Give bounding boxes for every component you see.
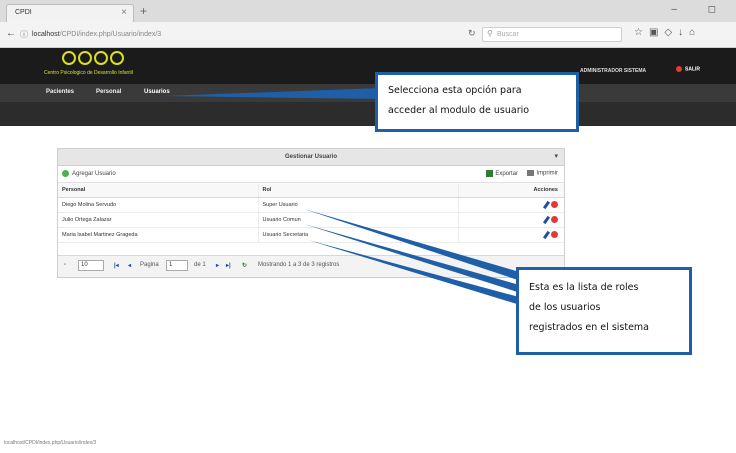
reload-icon[interactable]: ↻ xyxy=(468,28,476,39)
callout-text: registrados en el sistema xyxy=(529,322,649,333)
logo xyxy=(62,51,126,67)
callout-text: Selecciona esta opción para xyxy=(388,85,522,96)
column-rol[interactable]: Rol xyxy=(258,183,459,198)
print-label: Imprimir xyxy=(536,170,558,177)
edit-icon[interactable] xyxy=(542,230,551,239)
browser-tab-bar: CPDI × + – ◻ xyxy=(0,0,736,22)
prev-page-button[interactable]: ◂ xyxy=(128,262,131,269)
cell-personal: Maria Isabel Martinez Grageda xyxy=(58,227,259,243)
export-label: Exportar xyxy=(495,171,518,178)
search-input[interactable]: ⚲ Buscar xyxy=(482,27,622,42)
last-page-button[interactable]: ▸| xyxy=(226,262,231,269)
user-role: ADMINISTRADOR SISTEMA xyxy=(580,68,647,74)
submenu-bar xyxy=(0,102,736,126)
panel-title: Gestionar Usuario xyxy=(284,154,337,160)
cell-acciones xyxy=(458,212,564,228)
table-row[interactable]: Julio Ortega Zalazar Usuario Comun xyxy=(58,212,564,228)
refresh-icon[interactable]: ↻ xyxy=(242,262,247,269)
logo-text: Centro Psicologico de Desarrollo Infanti… xyxy=(44,70,133,76)
callout-text: Esta es la lista de roles xyxy=(529,282,639,293)
page-input[interactable]: 1 xyxy=(166,260,188,271)
callout-text: acceder al modulo de usuario xyxy=(388,105,530,116)
pager-summary: Mostrando 1 a 3 de 3 registros xyxy=(258,262,340,268)
window-controls[interactable]: – ◻ xyxy=(671,4,730,15)
page-of-label: de 1 xyxy=(194,262,206,268)
edit-icon[interactable] xyxy=(542,215,551,224)
print-button[interactable]: Imprimir xyxy=(527,170,558,177)
excel-icon xyxy=(486,170,494,177)
edit-icon[interactable] xyxy=(542,200,551,209)
users-panel: Gestionar Usuario ▾ Agregar Usuario Expo… xyxy=(57,148,565,278)
close-tab-icon[interactable]: × xyxy=(121,7,127,18)
browser-tab[interactable]: CPDI × xyxy=(6,4,134,22)
cell-rol: Usuario Secretaria xyxy=(258,227,459,243)
next-page-button[interactable]: ▸ xyxy=(216,262,219,269)
add-user-button[interactable]: Agregar Usuario xyxy=(62,170,116,177)
back-arrow-icon[interactable]: ← xyxy=(6,28,16,39)
tab-title: CPDI xyxy=(15,9,32,16)
new-tab-icon[interactable]: + xyxy=(140,4,147,18)
column-acciones: Acciones xyxy=(458,183,564,198)
logout-label: SALIR xyxy=(685,66,700,73)
logout-button[interactable]: SALIR xyxy=(676,66,700,72)
page-size-select[interactable]: 10 xyxy=(78,260,104,271)
add-user-label: Agregar Usuario xyxy=(72,171,116,178)
cell-rol: Usuario Comun xyxy=(258,212,459,228)
search-placeholder: Buscar xyxy=(497,31,519,38)
delete-icon[interactable] xyxy=(551,216,558,223)
table-row[interactable]: Maria Isabel Martinez Grageda Usuario Se… xyxy=(58,227,564,243)
table-header-row: Personal Rol Acciones xyxy=(58,183,564,198)
app-header: Centro Psicologico de Desarrollo Infanti… xyxy=(0,48,736,84)
pager-grid-icon[interactable]: ▫ xyxy=(64,262,66,268)
cell-personal: Diego Molina Servudo xyxy=(58,197,259,213)
pager: ▫ 10 |◂ ◂ Pagina 1 de 1 ▸ ▸| ↻ Mostrando… xyxy=(58,255,564,277)
status-bar: localhost/CPDI/index.php/Usuario/index/3 xyxy=(4,440,97,446)
url-path: /CPDI/index.php/Usuario/index/3 xyxy=(59,31,162,38)
users-table: Personal Rol Acciones Diego Molina Servu… xyxy=(58,183,564,243)
address-bar[interactable]: localhost/CPDI/index.php/Usuario/index/3 xyxy=(32,28,462,42)
power-icon xyxy=(676,66,682,72)
menu-item-pacientes[interactable]: Pacientes xyxy=(46,89,74,95)
delete-icon[interactable] xyxy=(551,231,558,238)
menu-callout: Selecciona esta opción para acceder al m… xyxy=(375,72,579,132)
info-icon[interactable]: ⓘ xyxy=(20,29,28,40)
menu-item-personal[interactable]: Personal xyxy=(96,89,121,95)
page-label: Pagina xyxy=(140,262,159,268)
panel-toolbar: Agregar Usuario Exportar Imprimir xyxy=(58,166,564,183)
main-menu: Pacientes Personal Usuarios xyxy=(0,84,736,102)
collapse-icon[interactable]: ▾ xyxy=(554,152,558,160)
cell-acciones xyxy=(458,227,564,243)
cell-rol: Super Usuario xyxy=(258,197,459,213)
callout-text: de los usuarios xyxy=(529,302,601,313)
panel-header: Gestionar Usuario ▾ xyxy=(58,149,564,166)
cell-personal: Julio Ortega Zalazar xyxy=(58,212,259,228)
browser-toolbar: ← ⓘ localhost/CPDI/index.php/Usuario/ind… xyxy=(0,22,736,48)
export-button[interactable]: Exportar xyxy=(486,170,518,177)
menu-item-usuarios[interactable]: Usuarios xyxy=(144,89,170,95)
search-icon: ⚲ xyxy=(487,29,493,38)
printer-icon xyxy=(527,170,535,176)
url-host: localhost xyxy=(32,31,60,38)
table-row[interactable]: Diego Molina Servudo Super Usuario xyxy=(58,197,564,213)
add-icon xyxy=(62,170,69,177)
first-page-button[interactable]: |◂ xyxy=(114,262,119,269)
delete-icon[interactable] xyxy=(551,201,558,208)
browser-tool-icons[interactable]: ☆▣◇↓⌂ xyxy=(634,27,701,38)
cell-acciones xyxy=(458,197,564,213)
column-personal[interactable]: Personal xyxy=(58,183,259,198)
roles-callout: Esta es la lista de roles de los usuario… xyxy=(516,267,692,355)
